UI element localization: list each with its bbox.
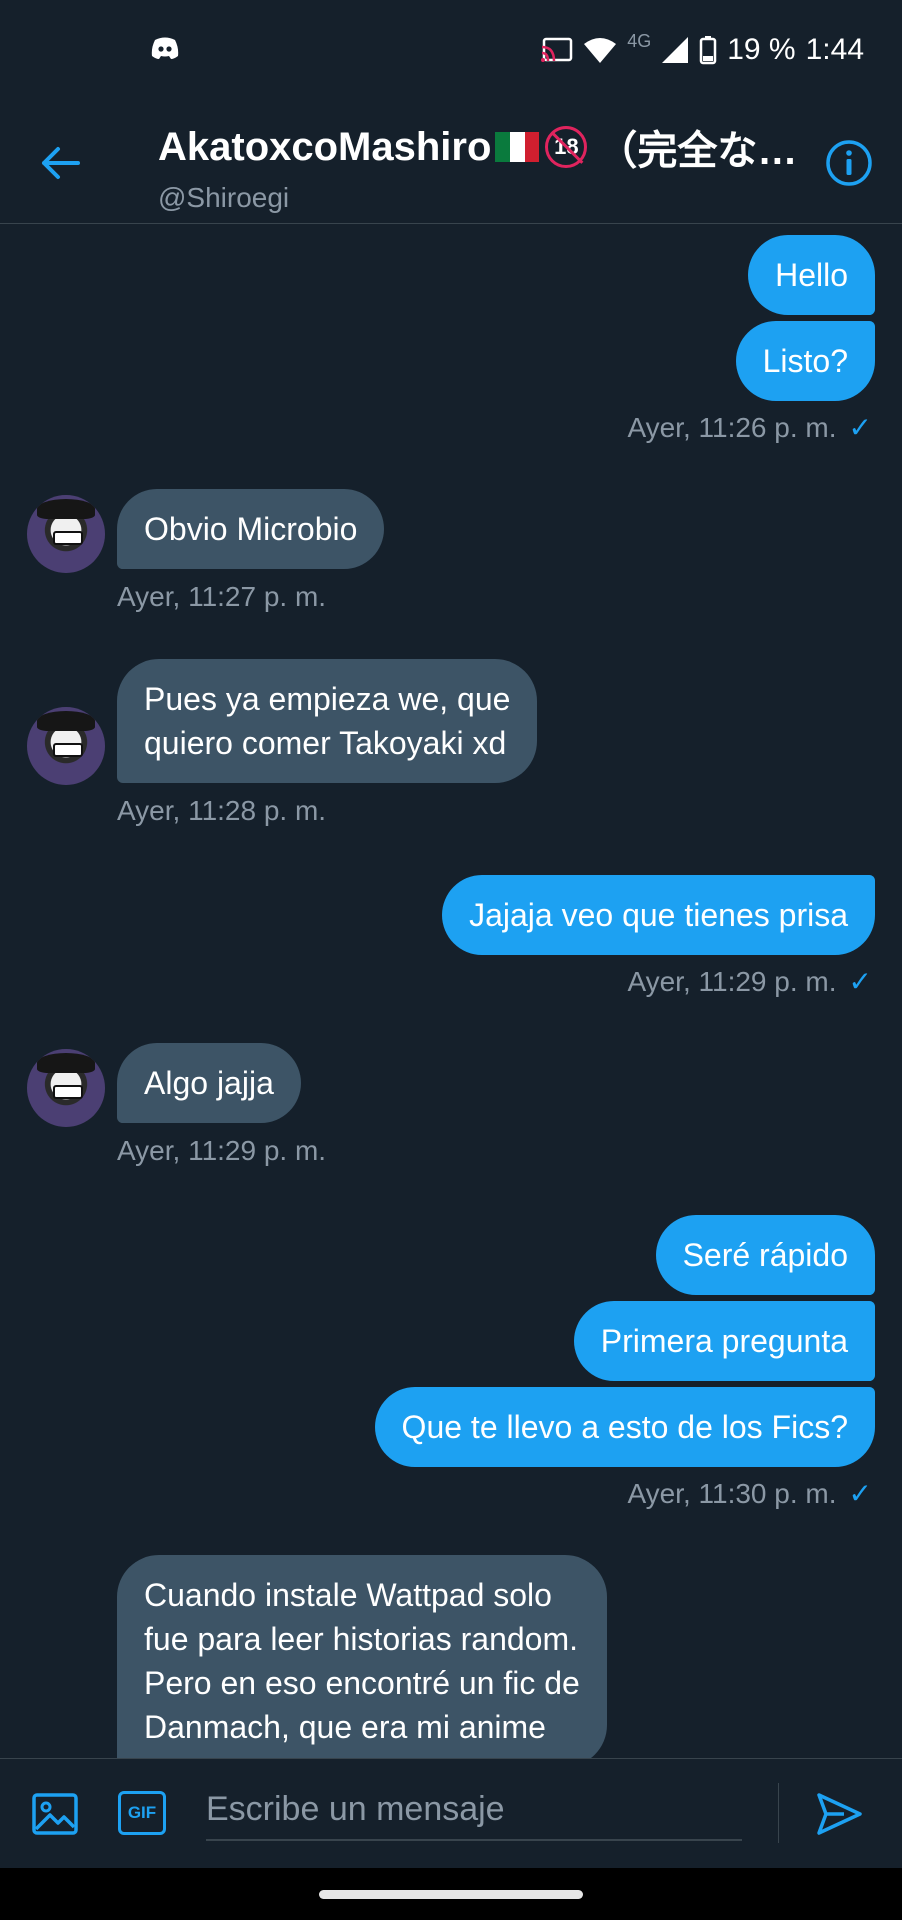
contact-display-name: AkatoxcoMashiro 18 （完全な…: [158, 124, 798, 174]
incoming-message[interactable]: Cuando instale Wattpad solo fue para lee…: [117, 1555, 607, 1758]
divider: [778, 1783, 779, 1843]
cast-icon: [541, 37, 573, 63]
sent-check-icon: ✓: [848, 1478, 872, 1509]
avatar[interactable]: [27, 707, 105, 785]
home-gesture-bar[interactable]: [319, 1890, 583, 1899]
message-timestamp: Ayer, 11:29 p. m.: [117, 1135, 327, 1166]
avatar[interactable]: [27, 495, 105, 573]
send-icon[interactable]: [814, 1789, 864, 1839]
no-under-18-icon: 18: [545, 126, 588, 168]
message-timestamp: Ayer, 11:29 p. m. ✓: [627, 965, 872, 998]
sent-check-icon: ✓: [848, 412, 872, 443]
outgoing-message[interactable]: Seré rápido: [655, 1215, 875, 1295]
system-nav-bar: [0, 1868, 902, 1920]
avatar[interactable]: [27, 1049, 105, 1127]
message-input[interactable]: [206, 1779, 742, 1841]
message-timestamp: Ayer, 11:26 p. m. ✓: [627, 411, 872, 444]
image-icon[interactable]: [30, 1789, 80, 1839]
outgoing-message[interactable]: Jajaja veo que tienes prisa: [442, 875, 875, 955]
outgoing-message[interactable]: Listo?: [735, 321, 875, 401]
incoming-message[interactable]: Obvio Microbio: [117, 489, 385, 569]
status-icons: 4G 19 % 1:44: [541, 28, 864, 72]
sent-check-icon: ✓: [848, 966, 872, 997]
conversation-title-block[interactable]: AkatoxcoMashiro 18 （完全な… @Shiroegi: [158, 118, 798, 214]
contact-handle: @Shiroegi: [158, 182, 290, 213]
outgoing-message[interactable]: Primera pregunta: [573, 1301, 875, 1381]
battery-percent: 19 %: [727, 33, 796, 66]
message-list[interactable]: Hello Listo? Ayer, 11:26 p. m. ✓ Obvio M…: [0, 225, 902, 1758]
message-timestamp: Ayer, 11:28 p. m.: [117, 795, 327, 826]
wifi-icon: [583, 36, 617, 64]
clock: 1:44: [805, 33, 864, 66]
message-timestamp: Ayer, 11:30 p. m. ✓: [627, 1477, 872, 1510]
message-composer: GIF: [0, 1758, 902, 1868]
incoming-message[interactable]: Algo jajja: [117, 1043, 301, 1123]
back-arrow-icon[interactable]: [38, 140, 84, 186]
dm-conversation-screen: 4G 19 % 1:44 AkatoxcoMashiro 18 （完全な… @S…: [0, 0, 902, 1920]
cell-signal-icon: [661, 36, 689, 64]
info-icon[interactable]: [824, 138, 874, 188]
outgoing-message[interactable]: Que te llevo a esto de los Fics?: [374, 1387, 875, 1467]
outgoing-message[interactable]: Hello: [748, 235, 875, 315]
message-timestamp: Ayer, 11:27 p. m.: [117, 581, 327, 612]
status-bar: 4G 19 % 1:44: [0, 0, 902, 100]
gif-button[interactable]: GIF: [118, 1791, 166, 1835]
discord-icon: [150, 36, 180, 65]
conversation-header: AkatoxcoMashiro 18 （完全な… @Shiroegi: [0, 100, 902, 224]
incoming-message[interactable]: Pues ya empieza we, que quiero comer Tak…: [117, 659, 538, 783]
network-type: 4G: [627, 30, 652, 51]
mexico-flag-icon: [495, 132, 540, 162]
battery-icon: [699, 35, 717, 65]
